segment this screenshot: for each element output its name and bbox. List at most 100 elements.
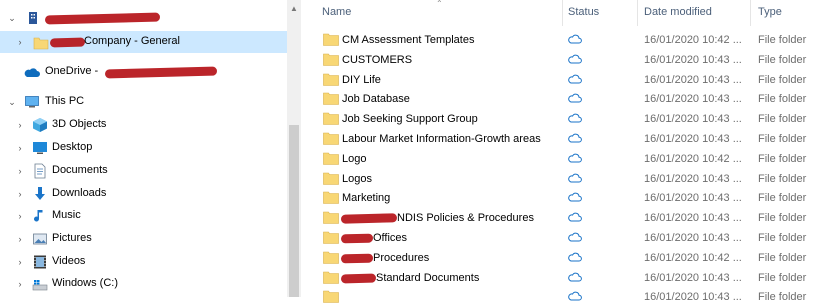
chevron-right-icon[interactable]: › xyxy=(14,210,26,222)
file-date-modified: 16/01/2020 10:43 ... xyxy=(644,73,742,86)
nav-item-documents[interactable]: › Documents xyxy=(0,160,287,182)
file-type: File folder xyxy=(758,271,807,284)
folder-icon xyxy=(323,271,339,284)
cloud-status-icon xyxy=(568,272,582,282)
column-header-date-modified[interactable]: Date modified xyxy=(644,6,712,18)
downloads-icon xyxy=(35,187,45,200)
nav-item-label: Windows (C:) xyxy=(52,277,119,289)
cloud-status-icon xyxy=(568,193,582,202)
chevron-right-icon[interactable]: › xyxy=(14,165,26,177)
file-row[interactable]: Logos 16/01/2020 10:43 ... File folder xyxy=(301,169,838,189)
redacted-text xyxy=(44,12,161,25)
file-row[interactable]: Job Database 16/01/2020 10:43 ... File fol… xyxy=(301,89,838,109)
nav-item-label: Downloads xyxy=(52,187,107,199)
chevron-down-icon[interactable]: ⌄ xyxy=(6,12,18,24)
3d-objects-icon xyxy=(33,118,47,132)
column-divider[interactable] xyxy=(562,0,563,26)
file-date-modified: 16/01/2020 10:43 ... xyxy=(644,93,742,106)
folder-icon xyxy=(323,73,339,86)
file-row[interactable]: Logo 16/01/2020 10:42 ... File folder xyxy=(301,149,838,169)
cloud-status-icon xyxy=(568,212,582,222)
file-row[interactable]: Procedures 16/01/2020 10:42 ... File folde… xyxy=(301,248,838,268)
folder-icon xyxy=(323,93,339,106)
file-type: File folder xyxy=(758,73,807,86)
nav-item-downloads[interactable]: › Downloads xyxy=(0,183,287,205)
pc-icon xyxy=(25,96,39,108)
redacted-text xyxy=(340,233,374,244)
cloud-status-icon xyxy=(568,292,582,301)
file-date-modified: 16/01/2020 10:43 ... xyxy=(644,192,742,205)
file-row[interactable]: 16/01/2020 10:43 ... File folder xyxy=(301,287,838,307)
nav-item-windows-drive[interactable]: › Windows (C:) xyxy=(0,273,287,295)
file-type: File folder xyxy=(758,291,807,304)
nav-item-label: Pictures xyxy=(52,232,92,244)
file-row[interactable]: Offices 16/01/2020 10:43 ... File folder xyxy=(301,228,838,248)
file-date-modified: 16/01/2020 10:43 ... xyxy=(644,291,742,304)
folder-icon xyxy=(323,152,339,165)
nav-item-sharepoint-site[interactable]: ⌄ xyxy=(0,7,287,29)
nav-item-music[interactable]: › Music xyxy=(0,205,287,227)
chevron-right-icon[interactable]: › xyxy=(14,233,26,245)
file-name: Labour Market Information-Growth areas xyxy=(342,133,541,145)
nav-scrollbar[interactable]: ▲ xyxy=(287,0,301,297)
file-date-modified: 16/01/2020 10:43 ... xyxy=(644,133,742,145)
column-divider[interactable] xyxy=(637,0,638,26)
column-header-status[interactable]: Status xyxy=(568,6,599,18)
file-row[interactable]: CUSTOMERS 16/01/2020 10:43 ... File folder xyxy=(301,50,838,70)
cloud-status-icon xyxy=(568,34,582,44)
column-header-row: ⌃ Name Status Date modified Type xyxy=(301,0,838,26)
file-row[interactable]: DIY Life 16/01/2020 10:43 ... File folder xyxy=(301,70,838,90)
scrollbar-thumb[interactable] xyxy=(289,125,299,297)
file-type: File folder xyxy=(758,53,807,66)
music-icon xyxy=(34,210,43,222)
nav-item-pictures[interactable]: › Pictures xyxy=(0,228,287,250)
file-row[interactable]: Job Seeking Support Group 16/01/2020 10:4… xyxy=(301,109,838,129)
nav-item-videos[interactable]: › Videos xyxy=(0,251,287,273)
file-row[interactable]: NDIS Policies & Procedures 16/01/2020 10:… xyxy=(301,208,838,228)
scroll-up-arrow-icon[interactable]: ▲ xyxy=(290,4,298,13)
file-date-modified: 16/01/2020 10:42 ... xyxy=(644,34,742,46)
cloud-status-icon xyxy=(568,54,582,64)
file-row[interactable]: CM Assessment Templates 16/01/2020 10:42 … xyxy=(301,30,838,50)
nav-item-3d-objects[interactable]: › 3D Objects xyxy=(0,114,287,136)
nav-item-onedrive[interactable]: OneDrive - xyxy=(0,61,287,83)
file-type: File folder xyxy=(758,232,807,244)
redacted-text xyxy=(340,213,398,224)
file-name: Offices xyxy=(373,232,408,244)
documents-icon xyxy=(34,163,46,179)
folder-icon xyxy=(323,112,339,125)
nav-item-label: 3D Objects xyxy=(52,118,107,130)
file-row[interactable]: Labour Market Information-Growth areas 16… xyxy=(301,129,838,149)
file-row[interactable]: Marketing 16/01/2020 10:43 ... File folder xyxy=(301,188,838,208)
chevron-right-icon[interactable]: › xyxy=(14,36,26,48)
cloud-status-icon xyxy=(568,252,582,262)
navigation-pane: ⌄ › Company - General OneDrive - ⌄ This … xyxy=(0,0,287,297)
chevron-right-icon[interactable]: › xyxy=(14,142,26,154)
nav-item-label: Videos xyxy=(52,255,86,267)
file-date-modified: 16/01/2020 10:43 ... xyxy=(644,53,742,66)
column-divider[interactable] xyxy=(750,0,751,26)
column-header-name[interactable]: Name xyxy=(322,6,351,18)
file-row[interactable]: Standard Documents 16/01/2020 10:43 ... Fi… xyxy=(301,268,838,288)
file-name: Job Database xyxy=(342,93,410,106)
nav-item-desktop[interactable]: › Desktop xyxy=(0,137,287,159)
file-date-modified: 16/01/2020 10:43 ... xyxy=(644,113,742,126)
chevron-down-icon[interactable]: ⌄ xyxy=(6,96,18,108)
nav-item-this-pc[interactable]: ⌄ This PC xyxy=(0,91,287,113)
file-name: Logos xyxy=(342,172,372,185)
file-name: CM Assessment Templates xyxy=(342,34,475,46)
nav-item-company-general[interactable]: › Company - General xyxy=(0,31,287,53)
file-date-modified: 16/01/2020 10:42 ... xyxy=(644,152,742,165)
folder-icon xyxy=(323,231,339,244)
chevron-right-icon[interactable]: › xyxy=(14,256,26,268)
file-name: Standard Documents xyxy=(376,271,480,284)
column-header-type[interactable]: Type xyxy=(758,6,782,18)
folder-icon xyxy=(323,132,339,145)
file-type: File folder xyxy=(758,192,807,205)
chevron-right-icon[interactable]: › xyxy=(14,119,26,131)
videos-icon xyxy=(34,255,46,269)
cloud-status-icon xyxy=(568,173,582,183)
nav-item-label: Company - General xyxy=(84,35,180,47)
chevron-right-icon[interactable]: › xyxy=(14,278,26,290)
chevron-right-icon[interactable]: › xyxy=(14,188,26,200)
